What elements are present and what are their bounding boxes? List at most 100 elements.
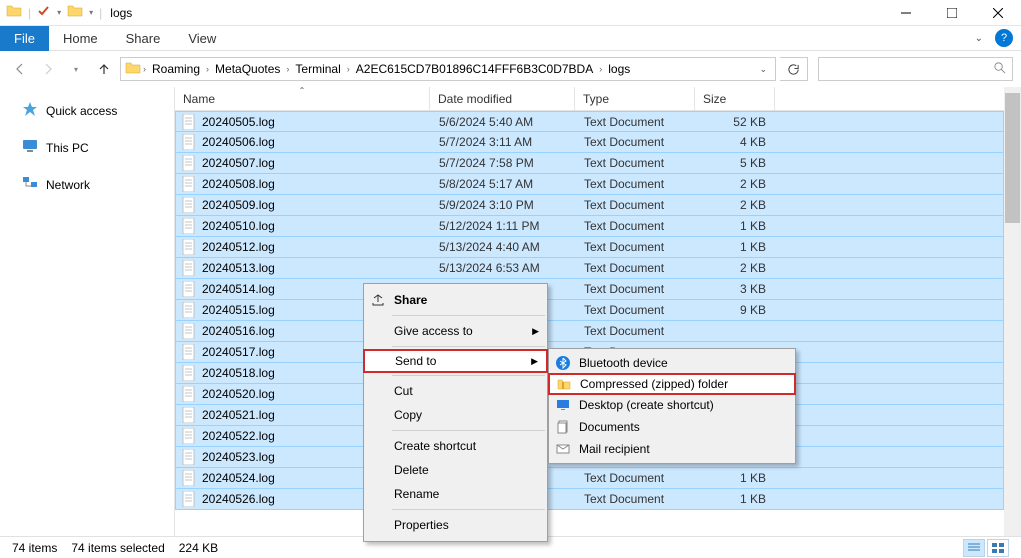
table-row[interactable]: 20240515.logText Document9 KB xyxy=(175,300,1004,321)
tab-file[interactable]: File xyxy=(0,26,49,51)
back-button[interactable] xyxy=(8,57,32,81)
chevron-right-icon[interactable]: › xyxy=(345,64,352,74)
maximize-button[interactable] xyxy=(929,0,975,26)
table-row[interactable]: 20240508.log5/8/2024 5:17 AMText Documen… xyxy=(175,174,1004,195)
file-name: 20240505.log xyxy=(202,115,275,129)
nav-quick-access[interactable]: Quick access xyxy=(0,97,174,124)
scrollbar-thumb[interactable] xyxy=(1005,93,1020,223)
table-row[interactable]: 20240510.log5/12/2024 1:11 PMText Docume… xyxy=(175,216,1004,237)
chevron-right-icon[interactable]: › xyxy=(284,64,291,74)
column-size[interactable]: Size xyxy=(695,87,775,110)
menu-documents[interactable]: Documents xyxy=(549,416,795,438)
recent-dropdown[interactable]: ▾ xyxy=(64,57,88,81)
nav-network[interactable]: Network xyxy=(0,171,174,198)
file-size: 2 KB xyxy=(696,261,776,275)
breadcrumb[interactable]: A2EC615CD7B01896C14FFF6B3C0D7BDA xyxy=(352,58,597,80)
column-date[interactable]: Date modified xyxy=(430,87,575,110)
address-bar[interactable]: › Roaming › MetaQuotes › Terminal › A2EC… xyxy=(120,57,776,81)
search-input[interactable] xyxy=(818,57,1013,81)
qat-divider: | xyxy=(28,6,31,20)
file-name: 20240507.log xyxy=(202,156,275,170)
table-row[interactable]: 20240514.logText Document3 KB xyxy=(175,279,1004,300)
file-name: 20240518.log xyxy=(202,366,275,380)
file-date: 5/7/2024 7:58 PM xyxy=(431,156,576,170)
table-row[interactable]: 20240512.log5/13/2024 4:40 AMText Docume… xyxy=(175,237,1004,258)
file-type: Text Document xyxy=(576,282,696,296)
column-name[interactable]: Name⌃ xyxy=(175,87,430,110)
menu-compressed-folder[interactable]: Compressed (zipped) folder xyxy=(548,373,796,395)
tab-view[interactable]: View xyxy=(174,26,230,51)
menu-share[interactable]: Share xyxy=(364,288,547,312)
column-headers: Name⌃ Date modified Type Size xyxy=(175,87,1004,111)
breadcrumb[interactable]: logs xyxy=(604,58,634,80)
scrollbar[interactable] xyxy=(1004,87,1021,536)
chevron-right-icon[interactable]: › xyxy=(141,64,148,74)
network-icon xyxy=(22,175,38,194)
tab-home[interactable]: Home xyxy=(49,26,112,51)
minimize-button[interactable] xyxy=(883,0,929,26)
file-size: 2 KB xyxy=(696,198,776,212)
documents-icon xyxy=(555,419,571,435)
refresh-button[interactable] xyxy=(780,57,808,81)
nav-label: Network xyxy=(46,178,90,192)
up-button[interactable] xyxy=(92,57,116,81)
column-type[interactable]: Type xyxy=(575,87,695,110)
chevron-right-icon[interactable]: › xyxy=(204,64,211,74)
nav-this-pc[interactable]: This PC xyxy=(0,134,174,161)
file-type: Text Document xyxy=(576,156,696,170)
menu-copy[interactable]: Copy xyxy=(364,403,547,427)
ribbon-expand-icon[interactable]: ⌄ xyxy=(967,33,991,44)
status-size: 224 KB xyxy=(179,541,218,555)
status-item-count: 74 items xyxy=(12,541,57,555)
file-size: 1 KB xyxy=(696,240,776,254)
file-date: 5/7/2024 3:11 AM xyxy=(431,135,576,149)
menu-give-access[interactable]: Give access to▶ xyxy=(364,319,547,343)
menu-cut[interactable]: Cut xyxy=(364,379,547,403)
file-date: 5/13/2024 4:40 AM xyxy=(431,240,576,254)
folder-icon xyxy=(125,60,141,79)
breadcrumb[interactable]: Terminal xyxy=(291,58,344,80)
tab-share[interactable]: Share xyxy=(112,26,175,51)
icons-view-button[interactable] xyxy=(987,539,1009,557)
menu-desktop-shortcut[interactable]: Desktop (create shortcut) xyxy=(549,394,795,416)
file-type: Text Document xyxy=(576,492,696,506)
forward-button[interactable] xyxy=(36,57,60,81)
zip-icon xyxy=(556,376,572,392)
file-size: 9 KB xyxy=(696,303,776,317)
address-dropdown-icon[interactable]: ⌄ xyxy=(751,64,775,75)
table-row[interactable]: 20240506.log5/7/2024 3:11 AMText Documen… xyxy=(175,132,1004,153)
qat-check-icon[interactable] xyxy=(37,4,51,21)
menu-bluetooth[interactable]: Bluetooth device xyxy=(549,352,795,374)
table-row[interactable]: 20240513.log5/13/2024 6:53 AMText Docume… xyxy=(175,258,1004,279)
file-list[interactable]: 20240505.log5/6/2024 5:40 AMText Documen… xyxy=(175,111,1004,536)
breadcrumb[interactable]: MetaQuotes xyxy=(211,58,284,80)
navigation-bar: ▾ › Roaming › MetaQuotes › Terminal › A2… xyxy=(0,51,1021,87)
file-name: 20240522.log xyxy=(202,429,275,443)
details-view-button[interactable] xyxy=(963,539,985,557)
file-size: 2 KB xyxy=(696,177,776,191)
file-size: 1 KB xyxy=(696,219,776,233)
file-name: 20240510.log xyxy=(202,219,275,233)
quick-access-icon xyxy=(22,101,38,120)
menu-send-to[interactable]: Send to▶ xyxy=(363,349,548,373)
table-row[interactable]: 20240507.log 5/7/2024 7:58 PMText Documen… xyxy=(175,153,1004,174)
qat-dropdown-icon[interactable]: ▾ xyxy=(57,8,61,17)
file-size: 3 KB xyxy=(696,282,776,296)
table-row[interactable]: 20240516.logText Document xyxy=(175,321,1004,342)
qat-dropdown-icon[interactable]: ▾ xyxy=(89,8,93,17)
menu-create-shortcut[interactable]: Create shortcut xyxy=(364,434,547,458)
table-row[interactable]: 20240524.logText Document1 KB xyxy=(175,468,1004,489)
file-name: 20240506.log xyxy=(202,135,275,149)
menu-mail-recipient[interactable]: Mail recipient xyxy=(549,438,795,460)
breadcrumb[interactable]: Roaming xyxy=(148,58,204,80)
close-button[interactable] xyxy=(975,0,1021,26)
menu-delete[interactable]: Delete xyxy=(364,458,547,482)
table-row[interactable]: 20240505.log5/6/2024 5:40 AMText Documen… xyxy=(175,111,1004,132)
table-row[interactable]: 20240509.log5/9/2024 3:10 PMText Documen… xyxy=(175,195,1004,216)
menu-rename[interactable]: Rename xyxy=(364,482,547,506)
help-button[interactable]: ? xyxy=(995,29,1013,47)
table-row[interactable]: 20240526.logText Document1 KB xyxy=(175,489,1004,510)
file-type: Text Document xyxy=(576,240,696,254)
chevron-right-icon[interactable]: › xyxy=(597,64,604,74)
menu-properties[interactable]: Properties xyxy=(364,513,547,537)
